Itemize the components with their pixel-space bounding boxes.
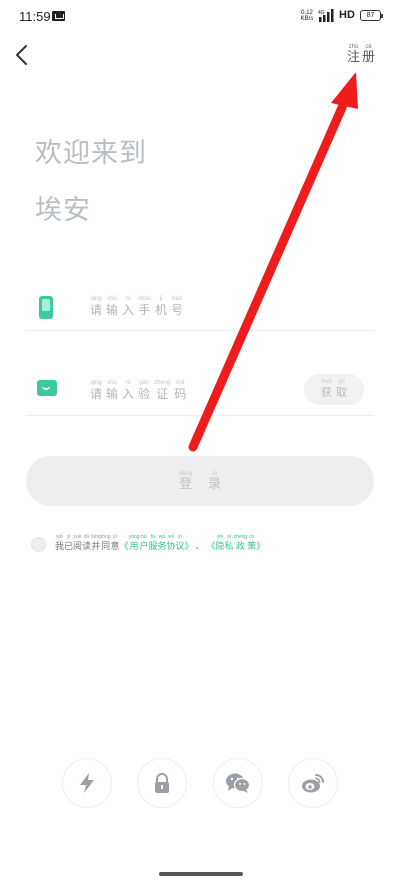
register-link[interactable]: zhù 注 cè 册 — [346, 44, 376, 65]
network-speed: 0.12 KB/s — [300, 10, 314, 22]
code-placeholder: qǐng 请 shū 输 rù 入 yàn 验 zhèng 证 mǎ 码 — [90, 380, 187, 401]
welcome-title: 欢迎来到 — [35, 138, 147, 169]
chevron-left-icon — [16, 45, 27, 65]
weibo-icon — [302, 774, 324, 793]
register-char: cè 册 — [362, 44, 376, 65]
user-agreement-link[interactable]: 《 yòng 用 hù 户 fú 服 wù 务 xié 协 yì 议》 — [120, 534, 194, 554]
wechat-login-button[interactable] — [213, 758, 263, 808]
separator: 、 — [195, 542, 205, 552]
privacy-policy-link[interactable]: 《 yǐn 隐 sī 私 zhèng 政 cè 策》 — [207, 534, 266, 554]
register-char: zhù 注 — [347, 44, 361, 65]
status-bar: 11:59 0.12 KB/s 4G HD 87 — [0, 0, 400, 34]
message-icon — [37, 380, 57, 396]
verification-code-field[interactable]: qǐng 请 shū 输 rù 入 yàn 验 zhèng 证 mǎ 码 huò 获 qǔ 取 — [26, 366, 374, 416]
home-indicator[interactable] — [159, 872, 243, 876]
battery-icon: 87 — [360, 10, 383, 21]
notification-icon — [52, 11, 65, 21]
phone-field[interactable]: qǐng 请 shū 输 rù 入 shǒu 手 jī 机 hào 号 — [26, 285, 374, 331]
agreement-text: wǒ 我 yǐ 已 yuè 阅 dú 读 bìng 并 tóng 同 yì 意《 yòng 用 hù 户 fú 服 wù… — [55, 534, 266, 554]
get-code-button[interactable]: huò 获 qǔ 取 — [304, 374, 364, 405]
network-type: HD — [339, 9, 355, 21]
network-speed-unit: KB/s — [300, 16, 314, 22]
lock-icon — [155, 773, 169, 793]
status-time: 11:59 — [19, 9, 51, 24]
welcome-brand: 埃安 — [35, 195, 91, 226]
weibo-login-button[interactable] — [288, 758, 338, 808]
agreement-checkbox[interactable] — [31, 537, 46, 552]
phone-icon — [39, 296, 53, 319]
phone-placeholder: qǐng 请 shū 输 rù 入 shǒu 手 jī 机 hào 号 — [90, 296, 184, 317]
password-login-button[interactable] — [137, 758, 187, 808]
back-button[interactable] — [10, 42, 36, 68]
agreement-row: wǒ 我 yǐ 已 yuè 阅 dú 读 bìng 并 tóng 同 yì 意《 yòng 用 hù 户 fú 服 wù… — [31, 534, 381, 556]
login-button[interactable]: dēng 登 lù 录 — [26, 456, 374, 506]
signal-icon: 4G — [318, 9, 334, 22]
quick-login-button[interactable] — [62, 758, 112, 808]
wechat-icon — [226, 773, 251, 793]
lightning-icon — [80, 773, 94, 793]
